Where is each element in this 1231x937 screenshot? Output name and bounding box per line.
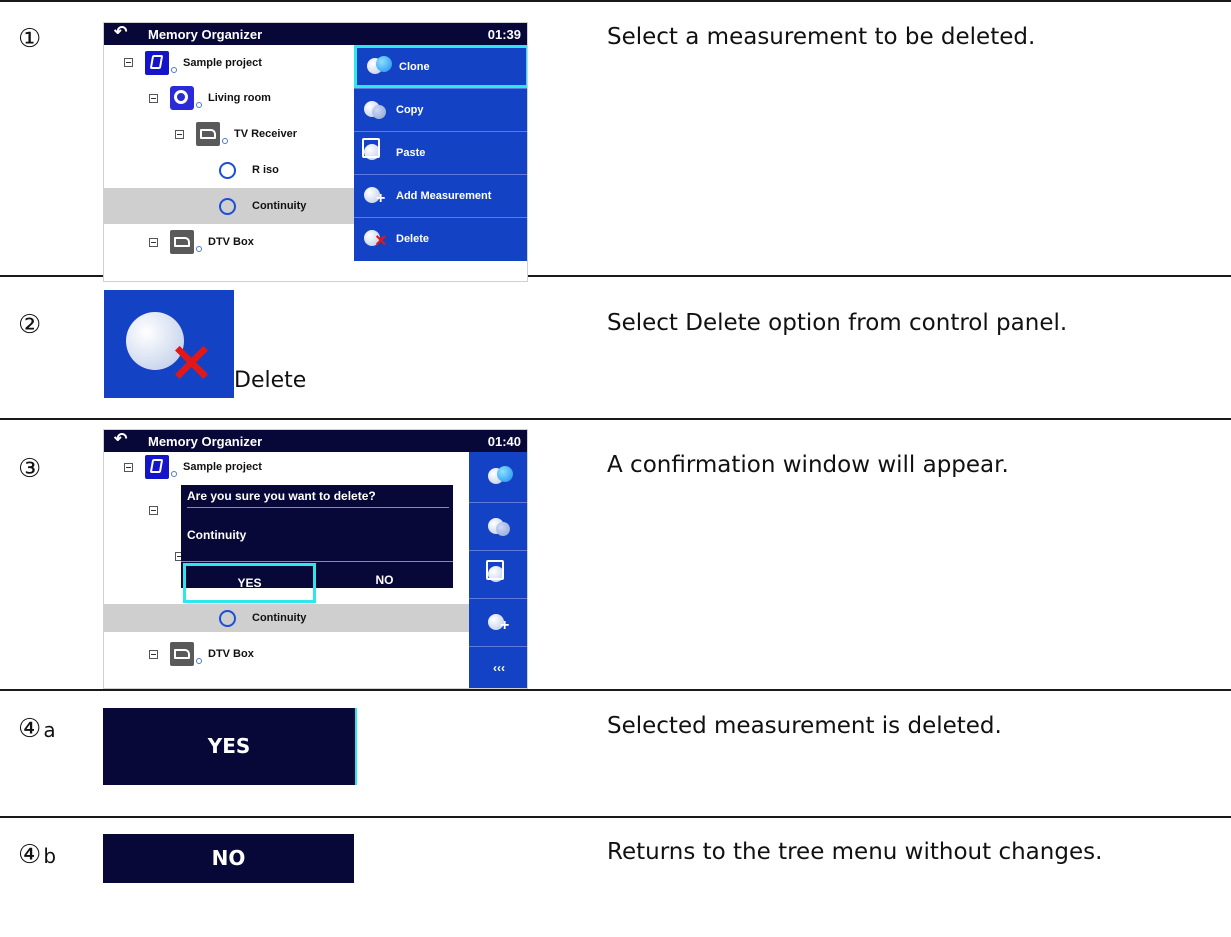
copy-icon [364, 99, 386, 121]
header-bar: ↶ Memory Organizer 01:39 [104, 23, 527, 45]
paste-icon [486, 559, 510, 586]
collapse-icon[interactable] [149, 506, 158, 515]
step-1-description: Select a measurement to be deleted. [607, 24, 1036, 50]
step-4b-description: Returns to the tree menu without changes… [607, 839, 1103, 865]
clone-icon [488, 466, 513, 488]
clone-button[interactable] [469, 452, 527, 502]
paste-icon [362, 138, 386, 164]
screen-title: Memory Organizer [148, 27, 263, 42]
measurement-circle-icon [219, 609, 236, 627]
screen-memory-organizer-1: ↶ Memory Organizer 01:39 Sample project … [103, 22, 528, 282]
step-2-marker: ② [18, 310, 42, 340]
step-4b-marker: ④b [18, 840, 57, 870]
collapse-icon[interactable] [149, 237, 158, 247]
step-1-marker: ① [18, 24, 42, 54]
tree-item-living-room[interactable]: Living room [149, 80, 354, 116]
clock: 01:39 [487, 27, 521, 42]
status-dot-icon [196, 246, 202, 252]
more-arrows-icon: ‹‹‹ [493, 660, 505, 675]
status-dot-icon [222, 138, 228, 144]
collapse-icon[interactable] [124, 462, 133, 472]
tree-item-continuity-selected[interactable]: Continuity [104, 604, 469, 632]
collapse-icon[interactable] [149, 93, 158, 103]
location-icon [170, 86, 194, 110]
rule-top [0, 0, 1231, 2]
copy-button[interactable] [469, 502, 527, 550]
measurement-circle-icon [219, 197, 236, 215]
delete-icon [364, 228, 387, 250]
yes-button-large[interactable]: YES [103, 708, 357, 785]
delete-option-large[interactable]: × [104, 290, 234, 398]
tree-item-continuity-selected[interactable]: Continuity [104, 188, 354, 224]
no-button[interactable]: NO [316, 563, 453, 588]
confirm-delete-dialog: Are you sure you want to delete? Continu… [181, 485, 453, 603]
delete-cross-icon: × [168, 329, 215, 394]
appliance-icon [170, 230, 194, 254]
screen-memory-organizer-3: ↶ Memory Organizer 01:40 Sample project … [103, 429, 528, 689]
collapse-icon[interactable] [149, 649, 158, 659]
tree-item-dtv-box[interactable]: DTV Box [149, 224, 354, 260]
dialog-item-name: Continuity [181, 515, 453, 562]
appliance-icon [170, 642, 194, 666]
delete-button[interactable]: Delete [354, 217, 527, 260]
appliance-icon [196, 122, 220, 146]
project-icon [145, 455, 169, 479]
screen-title: Memory Organizer [148, 434, 263, 449]
delete-caption: Delete [234, 368, 307, 393]
back-icon[interactable]: ↶ [114, 430, 127, 450]
step-4a-description: Selected measurement is deleted. [607, 713, 1002, 739]
copy-button[interactable]: Copy [354, 88, 527, 131]
dialog-question: Are you sure you want to delete? [187, 489, 449, 508]
control-panel: Clone Copy Paste Add Measurement Delete [354, 45, 527, 261]
clone-icon [367, 55, 392, 78]
no-button-large[interactable]: NO [103, 834, 354, 883]
clone-button[interactable]: Clone [354, 45, 527, 88]
add-measurement-icon [488, 612, 510, 634]
step-3-description: A confirmation window will appear. [607, 452, 1009, 478]
tree-item-r-iso[interactable]: R iso [219, 152, 354, 188]
measurement-circle-icon [219, 161, 236, 179]
tree-item-sample-project[interactable]: Sample project [124, 452, 454, 482]
control-panel: ‹‹‹ [469, 452, 527, 688]
step-4a-marker: ④a [18, 714, 56, 744]
status-dot-icon [196, 102, 202, 108]
more-options-button[interactable]: ‹‹‹ [469, 646, 527, 688]
copy-icon [488, 516, 510, 538]
status-dot-icon [171, 471, 177, 477]
tree-item-dtv-box[interactable]: DTV Box [149, 634, 454, 674]
clock: 01:40 [487, 434, 521, 449]
status-dot-icon [171, 66, 177, 73]
rule-2 [0, 418, 1231, 420]
add-measurement-button[interactable] [469, 598, 527, 646]
collapse-icon[interactable] [124, 58, 133, 67]
add-measurement-button[interactable]: Add Measurement [354, 174, 527, 217]
yes-button[interactable]: YES [183, 563, 316, 603]
add-measurement-icon [364, 185, 386, 207]
rule-3 [0, 689, 1231, 691]
paste-button[interactable]: Paste [354, 131, 527, 174]
step-2-description: Select Delete option from control panel. [607, 310, 1068, 336]
collapse-icon[interactable] [175, 129, 184, 139]
tree-item-sample-project[interactable]: Sample project [124, 45, 354, 80]
step-3-marker: ③ [18, 454, 42, 484]
back-icon[interactable]: ↶ [114, 23, 127, 43]
tree-item-tv-receiver[interactable]: TV Receiver [175, 116, 355, 152]
paste-button[interactable] [469, 550, 527, 598]
project-icon [145, 50, 169, 75]
status-dot-icon [196, 658, 202, 664]
header-bar: ↶ Memory Organizer 01:40 [104, 430, 527, 452]
rule-4 [0, 816, 1231, 818]
